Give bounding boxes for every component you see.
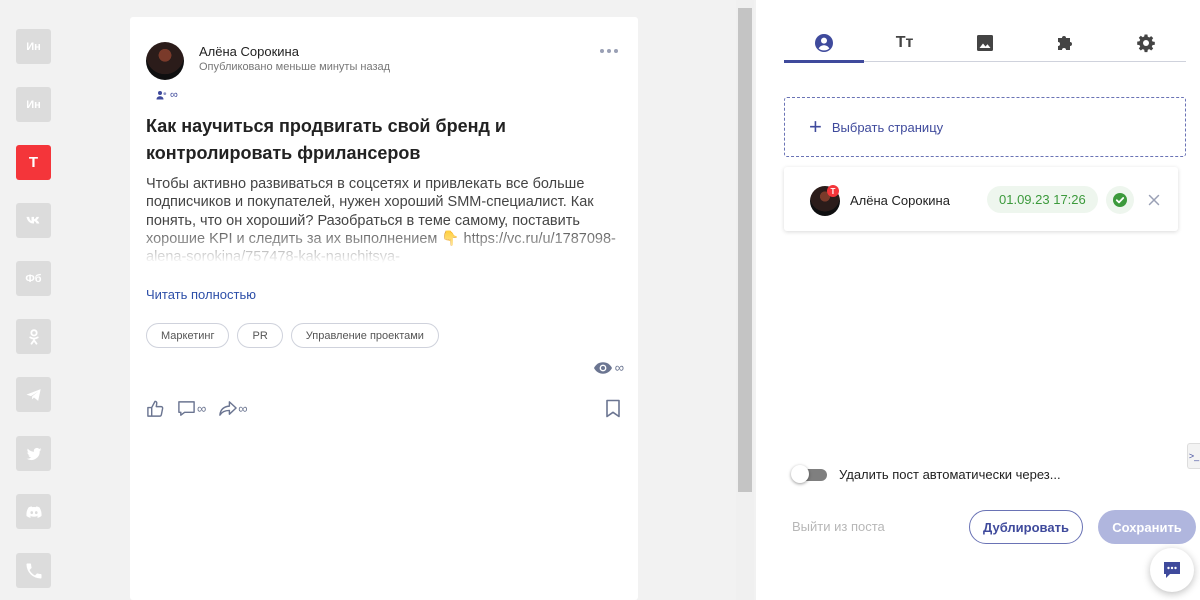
body-fade: [146, 227, 628, 263]
network-discord[interactable]: [16, 494, 51, 529]
comment-icon: [178, 401, 195, 416]
telegram-icon: [26, 388, 41, 401]
network-instagram-2[interactable]: Ин: [16, 87, 51, 122]
bookmark-icon[interactable]: [604, 399, 622, 418]
tag-chip[interactable]: Управление проектами: [290, 323, 439, 348]
post-title: Как научиться продвигать свой бренд и ко…: [146, 116, 506, 163]
phone-icon: [26, 563, 41, 578]
network-phone[interactable]: [16, 553, 51, 588]
save-button[interactable]: Сохранить: [1098, 510, 1196, 544]
network-facebook[interactable]: Фб: [16, 261, 51, 296]
support-chat-button[interactable]: [1150, 548, 1194, 592]
user-circle-icon: [815, 34, 834, 52]
instagram-icon: Ин: [26, 98, 41, 111]
settings-tabs: Tт: [784, 24, 1186, 63]
post-actions: ∞ ∞: [146, 399, 248, 418]
audience-indicator: ∞: [156, 89, 178, 101]
choose-page-label: Выбрать страницу: [831, 119, 944, 135]
publish-time: Опубликовано меньше минуты назад: [199, 61, 391, 73]
eye-icon: [593, 361, 612, 374]
network-instagram-1[interactable]: Ин: [16, 29, 51, 64]
remove-account-icon[interactable]: [1146, 192, 1162, 208]
console-edge-tab[interactable]: >_: [1187, 443, 1200, 469]
like-icon: [147, 400, 164, 417]
vk-icon: [26, 216, 39, 223]
tab-text[interactable]: Tт: [864, 24, 944, 62]
network-vk[interactable]: [16, 203, 51, 238]
tenchat-badge-icon: T: [827, 185, 839, 197]
views-counter: ∞: [593, 360, 624, 375]
auto-delete-label: Удалить пост автоматически через...: [839, 467, 1061, 482]
network-twitter[interactable]: [16, 436, 51, 471]
comment-button[interactable]: ∞: [177, 399, 206, 418]
tag-list: Маркетинг PR Управление проектами: [146, 323, 439, 348]
image-icon: [976, 35, 993, 51]
tenchat-icon: T: [28, 154, 39, 171]
publish-datetime-chip[interactable]: 01.09.23 17:26: [987, 186, 1098, 213]
tab-plugins[interactable]: [1025, 24, 1105, 62]
text-format-icon: Tт: [895, 34, 914, 51]
toggle-knob: [791, 465, 809, 483]
post-preview-card: Алёна Сорокина Опубликовано меньше минут…: [130, 17, 638, 600]
account-name: Алёна Сорокина: [850, 193, 950, 208]
network-odnoklassniki[interactable]: [16, 319, 51, 354]
exit-post-button[interactable]: Выйти из поста: [792, 519, 885, 534]
auto-delete-toggle[interactable]: [791, 465, 829, 483]
share-icon: [219, 401, 238, 416]
social-network-rail: Ин Ин T Фб: [0, 0, 66, 600]
network-tenchat[interactable]: T: [16, 145, 51, 180]
odnoklassniki-icon: [28, 328, 39, 345]
more-options-icon[interactable]: [600, 49, 620, 57]
facebook-icon: Фб: [25, 272, 42, 285]
views-count: ∞: [614, 360, 624, 375]
tab-settings[interactable]: [1106, 24, 1186, 62]
post-settings-panel: Tт + Выбрать страницу T Алёна Сорокина 0…: [756, 0, 1200, 600]
instagram-icon: Ин: [26, 40, 41, 53]
tag-chip[interactable]: Маркетинг: [146, 323, 230, 348]
tab-image[interactable]: [945, 24, 1025, 62]
author-name[interactable]: Алёна Сорокина: [199, 44, 299, 59]
audience-count: ∞: [170, 89, 178, 101]
comments-count: ∞: [197, 401, 207, 416]
post-body: Чтобы активно развиваться в соцсетях и п…: [146, 175, 628, 263]
selected-account-row: T Алёна Сорокина 01.09.23 17:26: [784, 167, 1178, 231]
plus-icon: +: [809, 114, 822, 139]
published-status-icon: [1106, 186, 1134, 214]
like-button[interactable]: [146, 399, 165, 418]
discord-icon: [25, 505, 42, 518]
choose-page-button[interactable]: + Выбрать страницу: [784, 97, 1186, 157]
scrollbar-thumb[interactable]: [738, 8, 752, 492]
reposts-count: ∞: [238, 401, 248, 416]
network-telegram[interactable]: [16, 377, 51, 412]
check-circle-icon: [1113, 193, 1127, 207]
read-more-link[interactable]: Читать полностью: [146, 287, 256, 302]
gear-icon: [1136, 34, 1155, 53]
puzzle-icon: [1058, 36, 1073, 50]
chat-icon: [1164, 562, 1180, 578]
tag-chip[interactable]: PR: [237, 323, 283, 348]
tab-profile[interactable]: [784, 24, 865, 63]
author-avatar[interactable]: [146, 42, 184, 80]
repost-button[interactable]: ∞: [218, 399, 248, 418]
users-icon: [156, 91, 167, 100]
twitter-icon: [26, 447, 41, 460]
duplicate-button[interactable]: Дублировать: [969, 510, 1083, 544]
